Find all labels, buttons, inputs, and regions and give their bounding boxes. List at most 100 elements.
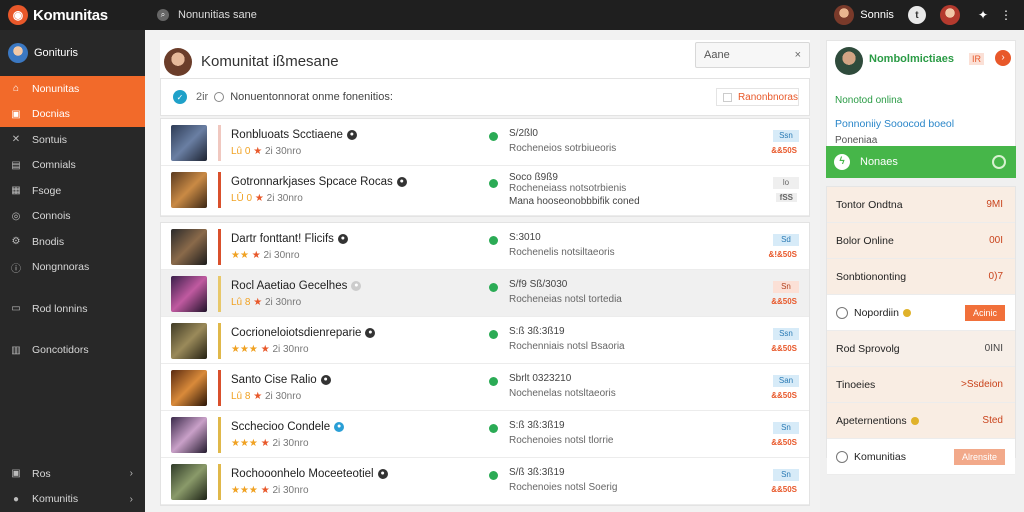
row-title[interactable]: Dartr fonttant! Flicifs ● — [231, 233, 348, 245]
secondary-avatar[interactable] — [939, 5, 960, 25]
settings-icon: ⚙ — [11, 236, 21, 248]
row-tag[interactable]: Sn — [773, 469, 799, 481]
stat-row[interactable]: Tinoeies >Ssdeion — [827, 367, 1015, 403]
sidebar-bottom-item-user[interactable]: ● Komunitis › — [0, 487, 145, 512]
bell-icon[interactable]: ✦ — [978, 8, 988, 22]
row-title[interactable]: Cocrioneloiotsdienreparie ● — [231, 327, 376, 339]
list-item[interactable]: Dartr fonttant! Flicifs ● ★★ ★ 2i 30nro S:3… — [161, 223, 809, 270]
row-title[interactable]: Gotronnarkjases Spcace Rocas ● — [231, 176, 407, 188]
thumbnail-image[interactable] — [171, 370, 207, 406]
stat-row[interactable]: Sonbtiononting 0)7 — [827, 259, 1015, 295]
row-tag[interactable]: Sn — [773, 281, 799, 293]
sort-select[interactable]: Aane × — [695, 42, 810, 68]
row-tag[interactable]: Sn — [773, 422, 799, 434]
checkbox-icon[interactable] — [722, 92, 732, 102]
row-date: S:ß 3ß:3ß19 — [509, 420, 565, 431]
row-price: &&50S — [771, 344, 797, 353]
community-avatar — [164, 47, 192, 76]
sidebar-item-home[interactable]: ⌂ Nonunitas — [0, 76, 145, 102]
sidebar-profile[interactable]: Gonituris — [0, 30, 145, 76]
join-banner[interactable]: ϟ Nonaes — [826, 146, 1016, 178]
thumbnail-image[interactable] — [171, 229, 207, 265]
row-title[interactable]: Scchecioo Condele ● — [231, 421, 345, 433]
sidebar-item-tools[interactable]: ✕ Sontuis — [0, 127, 145, 153]
row-title[interactable]: Rocl Aaetiao Gecelhes ● — [231, 280, 362, 292]
row-desc: Nochenelas notsltaeoris — [509, 388, 616, 399]
list-item[interactable]: Cocrioneloiotsdienreparie ● ★★★ ★ 2i 30nro… — [161, 317, 809, 364]
thumbnail-image[interactable] — [171, 464, 207, 500]
doc-icon: ▥ — [11, 344, 21, 356]
sidebar-item-info[interactable]: ⓘ Nongnnoras — [0, 255, 145, 281]
thumbnail-image[interactable] — [171, 417, 207, 453]
filter-button[interactable]: Ranonbnoras — [715, 88, 799, 106]
stat-row[interactable]: Rod Sprovolg 0INI — [827, 331, 1015, 367]
list-group-1: Ronbluoats Scctiaene ● Lû 0 ★ 2i 30nro S/2ß… — [160, 118, 810, 217]
brand-logo[interactable]: ◉ Komunitas — [0, 0, 145, 30]
notification-icon[interactable]: t — [907, 6, 926, 24]
close-icon[interactable]: × — [795, 49, 801, 61]
stat-action-button[interactable]: Acinic — [964, 304, 1005, 321]
list-item[interactable]: Scchecioo Condele ● ★★★ ★ 2i 30nro S:ß 3ß:3… — [161, 411, 809, 458]
main-content: Komunitat ißmesane Aane × ✓ 2ir Nonuento… — [145, 30, 820, 512]
row-stripe — [218, 464, 221, 500]
chat-icon: ▤ — [11, 159, 21, 171]
thumbnail-image[interactable] — [171, 125, 207, 161]
row-tag[interactable]: San — [773, 375, 799, 387]
row-title[interactable]: Rochooonhelo Moceeteotiel ● — [231, 468, 388, 480]
stat-row[interactable]: Tontor Ondtna 9MI — [827, 187, 1015, 223]
stat-value: 00I — [989, 235, 1003, 246]
stat-action-button[interactable]: Alrensite — [953, 448, 1005, 465]
list-item[interactable]: Ronbluoats Scctiaene ● Lû 0 ★ 2i 30nro S/2ß… — [161, 119, 809, 166]
list-item[interactable]: Rochooonhelo Moceeteotiel ● ★★★ ★ 2i 30nro… — [161, 458, 809, 505]
community-card-count: IR — [969, 53, 984, 65]
radio-icon[interactable] — [992, 155, 1006, 169]
badge-icon: ● — [351, 280, 362, 291]
badge-icon: ● — [377, 468, 388, 479]
thumbnail-image[interactable] — [171, 276, 207, 312]
row-tag[interactable]: Ssn — [773, 130, 799, 142]
info-icon: ✓ — [173, 90, 187, 104]
flag-icon: ▣ — [11, 468, 21, 480]
stat-row[interactable]: Komunitias Alrensite — [827, 439, 1015, 475]
list-group-2: Dartr fonttant! Flicifs ● ★★ ★ 2i 30nro S:3… — [160, 222, 810, 506]
stat-row[interactable]: Bolor Online 00I — [827, 223, 1015, 259]
community-link[interactable]: Ponnoniiy Sooocod boeol — [835, 118, 954, 130]
filter-text: Nonuentonnorat onme fonenitios: — [230, 91, 393, 103]
thumbnail-image[interactable] — [171, 323, 207, 359]
row-meta: ★★ ★ 2i 30nro — [231, 250, 300, 261]
row-date: S:3010 — [509, 232, 541, 243]
row-title[interactable]: Santo Cise Ralio ● — [231, 374, 331, 386]
sidebar-item-doc[interactable]: ▥ Goncotidors — [0, 338, 145, 364]
row-tag[interactable]: Ssn — [773, 328, 799, 340]
sidebar-item-grid[interactable]: ▦ Fsoge — [0, 178, 145, 204]
list-item[interactable]: Rocl Aaetiao Gecelhes ● Lû 8 ★ 2i 30nro S/f… — [161, 270, 809, 317]
row-tag[interactable]: Sd — [773, 234, 799, 246]
sidebar-item-settings[interactable]: ⚙ Bnodis — [0, 229, 145, 255]
stats-panel: Tontor Ondtna 9MI Bolor Online 00I Sonbtiono… — [826, 186, 1016, 475]
tools-icon: ✕ — [11, 134, 21, 146]
row-meta: ★★★ ★ 2i 30nro — [231, 485, 309, 496]
stat-label: Apeternentions — [836, 414, 907, 427]
sidebar-bottom-item-flag[interactable]: ▣ Ros › — [0, 461, 145, 487]
stat-value: >Ssdeion — [961, 379, 1003, 390]
row-price: &&50S — [771, 438, 797, 447]
stat-row[interactable]: Apeternentions Sted — [827, 403, 1015, 439]
close-icon[interactable]: › — [995, 50, 1011, 66]
sidebar-item-chat[interactable]: ▤ Comnials — [0, 153, 145, 179]
stat-row[interactable]: Nopordiin Acinic — [827, 295, 1015, 331]
row-tag[interactable]: lo — [773, 177, 799, 189]
top-search[interactable]: ⌕ Nonunitias sane — [157, 9, 257, 21]
row-title[interactable]: Ronbluoats Scctiaene ● — [231, 129, 357, 141]
row-price: fSS — [775, 193, 797, 202]
thumbnail-image[interactable] — [171, 172, 207, 208]
sidebar-item-list[interactable]: ▭ Rod lonnins — [0, 296, 145, 322]
home-icon: ⌂ — [12, 83, 20, 95]
sidebar-item-globe[interactable]: ◎ Connois — [0, 204, 145, 230]
user-avatar[interactable] — [834, 5, 855, 25]
community-card-name[interactable]: Nombolmictiaes — [869, 53, 954, 65]
user-name[interactable]: Sonnis — [860, 9, 894, 21]
list-item[interactable]: Gotronnarkjases Spcace Rocas ● LÛ 0 ★ 2i 3… — [161, 166, 809, 216]
list-item[interactable]: Santo Cise Ralio ● Lû 8 ★ 2i 30nro Sbrlt 03… — [161, 364, 809, 411]
more-icon[interactable]: ⋮ — [1000, 8, 1012, 22]
sidebar-item-docs[interactable]: ▣ Docnias — [0, 101, 145, 127]
